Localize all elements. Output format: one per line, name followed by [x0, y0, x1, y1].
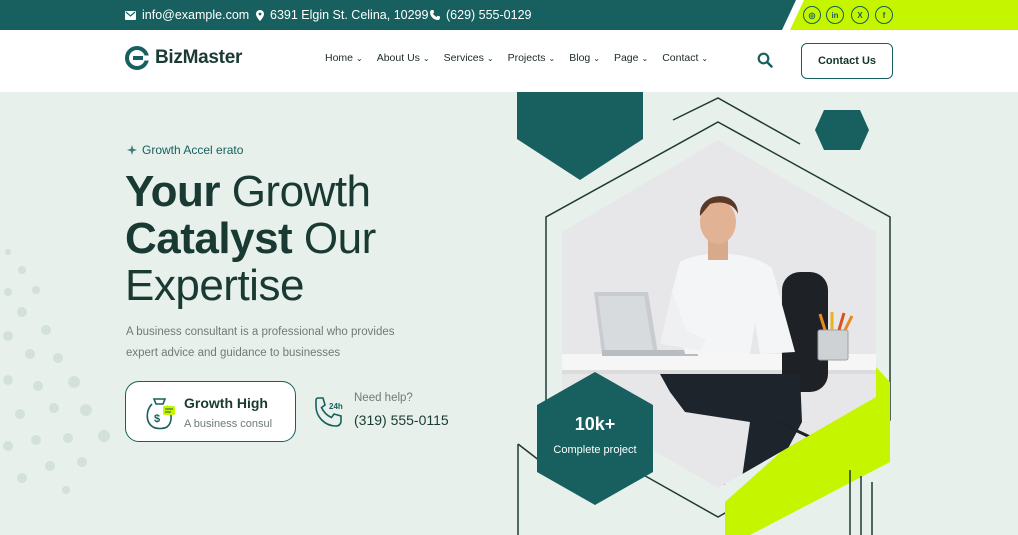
hero-eyebrow-text: Growth Accel erato — [142, 143, 244, 157]
nav-item-label: Home — [325, 52, 354, 64]
nav-item-home[interactable]: Home ⌄ — [325, 52, 363, 64]
nav-item-blog[interactable]: Blog ⌄ — [569, 52, 600, 64]
hero-headline: Your Growth Catalyst Our Expertise — [125, 168, 376, 309]
nav-item-about-us[interactable]: About Us ⌄ — [377, 52, 430, 64]
svg-text:24h: 24h — [329, 402, 343, 411]
headline-light-1: Growth — [231, 167, 371, 216]
decor-hexagon-small — [815, 110, 869, 150]
phone-icon — [430, 10, 440, 20]
logo[interactable]: BizMaster — [125, 46, 242, 70]
facebook-icon[interactable]: f — [875, 6, 893, 24]
leaf-icon — [127, 145, 137, 155]
topbar-address: 6391 Elgin St. Celina, 10299 — [256, 0, 428, 30]
nav-item-projects[interactable]: Projects ⌄ — [508, 52, 556, 64]
money-bag-icon: $ — [146, 398, 175, 430]
headline-light-2: Our — [303, 214, 376, 263]
logo-icon — [125, 46, 149, 70]
hero-description: A business consultant is a professional … — [126, 326, 395, 359]
help-phone: (319) 555-0115 — [354, 412, 449, 428]
chevron-down-icon: ⌄ — [422, 53, 430, 63]
stat-value: 10k+ — [574, 414, 616, 434]
growth-card-title: Growth High — [184, 395, 268, 411]
chevron-down-icon: ⌄ — [548, 53, 556, 63]
mail-icon — [125, 10, 136, 20]
chevron-down-icon: ⌄ — [701, 53, 709, 63]
logo-text: BizMaster — [155, 47, 243, 68]
topbar-email[interactable]: info@example.com — [125, 0, 249, 30]
stat-badge: 10k+ Complete project — [537, 372, 653, 498]
x-icon[interactable]: X — [851, 6, 869, 24]
nav-item-label: Blog — [569, 52, 591, 64]
nav-item-contact[interactable]: Contact ⌄ — [662, 52, 708, 64]
search-icon — [757, 52, 773, 68]
dot-pattern — [3, 249, 110, 494]
nav-item-services[interactable]: Services ⌄ — [444, 52, 494, 64]
chevron-down-icon: ⌄ — [356, 53, 363, 63]
growth-card[interactable]: $ Growth High A business consul — [125, 381, 296, 442]
decor-hexagon-top — [517, 92, 643, 180]
svg-text:$: $ — [154, 413, 160, 425]
chevron-down-icon: ⌄ — [593, 53, 600, 63]
headline-light-3: Expertise — [125, 261, 304, 310]
contact-us-button[interactable]: Contact Us — [801, 43, 893, 79]
topbar-email-text: info@example.com — [142, 8, 250, 22]
nav-item-label: Contact — [662, 52, 699, 64]
nav-item-page[interactable]: Page ⌄ — [614, 52, 648, 64]
location-pin-icon — [256, 9, 264, 21]
search-button[interactable] — [757, 52, 775, 70]
chevron-down-icon: ⌄ — [486, 53, 494, 63]
nav-item-label: Page — [613, 52, 639, 64]
topbar-phone-text: (629) 555-0129 — [446, 8, 532, 22]
stat-label: Complete project — [553, 444, 637, 456]
topbar-phone[interactable]: (629) 555-0129 — [430, 0, 531, 30]
growth-card-subtitle: A business consul — [184, 418, 273, 430]
nav-item-label: About Us — [376, 52, 420, 64]
headline-bold-1: Your — [125, 167, 220, 216]
nav-item-label: Projects — [507, 52, 546, 64]
topbar-address-text: 6391 Elgin St. Celina, 10299 — [270, 8, 429, 22]
linkedin-icon[interactable]: in — [826, 6, 844, 24]
instagram-icon[interactable]: ◎ — [803, 6, 821, 24]
hero-eyebrow: Growth Accel erato — [126, 143, 243, 157]
main-nav: Home ⌄ About Us ⌄ Services ⌄ Projects ⌄ Blog… — [325, 52, 708, 64]
nav-item-label: Services — [443, 52, 484, 64]
help-label: Need help? — [354, 392, 413, 404]
site-header: BizMaster Home ⌄ About Us ⌄ Services ⌄ Proj… — [0, 30, 1018, 92]
chevron-down-icon: ⌄ — [641, 53, 649, 63]
phone-24h-icon: 24h — [315, 397, 343, 427]
top-bar: info@example.com 6391 Elgin St. Celina, … — [0, 0, 1018, 30]
headline-bold-2: Catalyst — [125, 214, 293, 263]
